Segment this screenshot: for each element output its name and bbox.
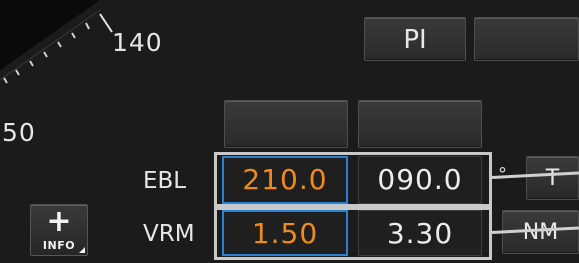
info-button[interactable]: + INFO xyxy=(30,204,88,256)
vrm-label: VRM xyxy=(143,221,195,247)
ebl-label: EBL xyxy=(143,168,187,194)
bearing-label-50: 50 xyxy=(2,118,36,147)
vrm1-value[interactable]: 1.50 xyxy=(222,210,348,256)
scale-minor-tick xyxy=(3,77,8,84)
nautical-mile-button[interactable]: NM xyxy=(502,210,579,254)
scale-minor-tick xyxy=(15,69,20,76)
scale-minor-tick xyxy=(57,41,62,48)
pi-button[interactable]: PI xyxy=(364,17,466,61)
vrm2-value[interactable]: 3.30 xyxy=(358,210,482,256)
scale-minor-tick xyxy=(71,32,76,39)
scale-minor-tick xyxy=(85,22,90,30)
scale-minor-tick xyxy=(29,60,34,67)
bearing-label-140: 140 xyxy=(112,28,163,57)
scale-major-tick xyxy=(99,13,113,33)
true-bearing-button[interactable]: T xyxy=(526,156,579,200)
blank-button-top-right[interactable] xyxy=(474,17,579,61)
radar-control-panel: 140 50 PI EBL 210.0 090.0 ° T VRM 1.50 3… xyxy=(0,0,579,263)
scale-edge-line xyxy=(0,9,101,81)
blank-button-ebl1-header[interactable] xyxy=(224,100,348,148)
scale-dark-region xyxy=(0,0,100,70)
corner-triangle-icon xyxy=(79,247,85,253)
blank-button-ebl2-header[interactable] xyxy=(358,100,482,148)
ebl1-value[interactable]: 210.0 xyxy=(222,156,348,204)
scale-minor-tick xyxy=(43,51,48,58)
degree-unit: ° xyxy=(498,164,507,185)
ebl2-value[interactable]: 090.0 xyxy=(358,156,482,204)
plus-icon: + xyxy=(46,204,72,239)
